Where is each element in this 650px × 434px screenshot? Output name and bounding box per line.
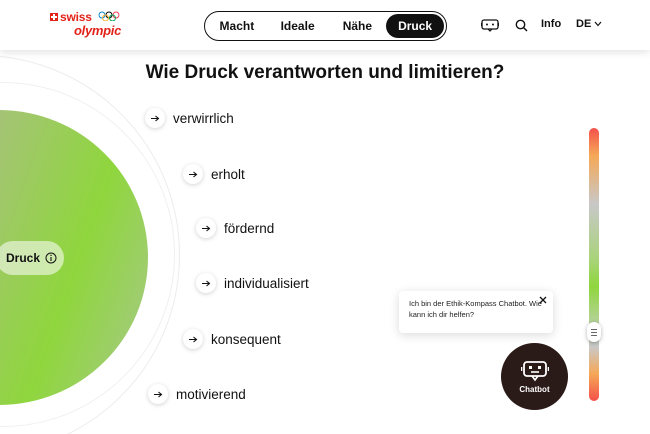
option-item[interactable]: erholt bbox=[183, 164, 245, 184]
option-item[interactable]: konsequent bbox=[183, 329, 281, 349]
page-title: Wie Druck verantworten und limitieren? bbox=[145, 62, 505, 83]
arrow-right-icon bbox=[196, 273, 216, 293]
arrow-right-icon bbox=[196, 218, 216, 238]
olympic-rings-icon bbox=[98, 11, 120, 21]
tab-ideale[interactable]: Ideale bbox=[267, 14, 329, 38]
chatbot-button[interactable]: Chatbot bbox=[501, 343, 568, 410]
language-select[interactable]: DE bbox=[576, 18, 602, 30]
option-item[interactable]: individualisiert bbox=[196, 273, 309, 293]
info-icon bbox=[45, 252, 57, 264]
option-label: konsequent bbox=[211, 331, 281, 347]
arrow-right-icon bbox=[145, 108, 165, 128]
scale-slider-handle[interactable] bbox=[587, 322, 601, 342]
chevron-down-icon bbox=[594, 21, 602, 27]
option-label: individualisiert bbox=[224, 275, 309, 291]
search-icon[interactable] bbox=[512, 16, 530, 34]
center-topic-label: Druck bbox=[6, 251, 41, 265]
chatbot-button-label: Chatbot bbox=[519, 384, 550, 394]
option-label: motivierend bbox=[176, 386, 246, 402]
option-label: verwirrlich bbox=[173, 110, 234, 126]
option-item[interactable]: fördernd bbox=[196, 218, 274, 238]
info-link[interactable]: Info bbox=[541, 18, 561, 30]
robot-icon bbox=[520, 360, 549, 381]
chatbot-message-text: Ich bin der Ethik-Kompass Chatbot. Wie k… bbox=[409, 299, 542, 319]
pressure-scale-bar bbox=[589, 128, 599, 401]
option-item[interactable]: verwirrlich bbox=[145, 108, 234, 128]
swiss-cross-icon bbox=[50, 13, 58, 21]
topic-nav: Macht Ideale Nähe Druck bbox=[204, 11, 447, 41]
arrow-right-icon bbox=[183, 164, 203, 184]
page: swiss olympic Macht Ideale Nähe Druck In… bbox=[0, 0, 650, 434]
arrow-right-icon bbox=[183, 329, 203, 349]
chatbot-message: Ich bin der Ethik-Kompass Chatbot. Wie k… bbox=[399, 291, 553, 333]
arrow-right-icon bbox=[148, 384, 168, 404]
close-icon[interactable] bbox=[537, 294, 549, 306]
center-topic-button[interactable]: Druck bbox=[0, 241, 64, 275]
tab-macht[interactable]: Macht bbox=[207, 14, 267, 38]
option-item[interactable]: motivierend bbox=[148, 384, 246, 404]
logo-line2: olympic bbox=[74, 23, 122, 38]
tab-druck[interactable]: Druck bbox=[386, 14, 444, 38]
top-header: swiss olympic Macht Ideale Nähe Druck In… bbox=[0, 0, 650, 50]
language-label: DE bbox=[576, 18, 592, 30]
swiss-olympic-logo[interactable]: swiss olympic bbox=[50, 9, 130, 41]
chatbot-icon[interactable] bbox=[481, 16, 499, 34]
option-label: erholt bbox=[211, 166, 245, 182]
tab-naehe[interactable]: Nähe bbox=[328, 14, 386, 38]
option-label: fördernd bbox=[224, 220, 275, 236]
logo-line1: swiss bbox=[60, 10, 92, 24]
